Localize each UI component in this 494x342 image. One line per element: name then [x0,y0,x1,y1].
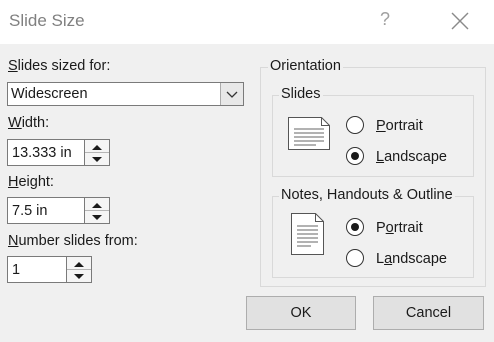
dialog-title: Slide Size [9,11,85,30]
width-increase-button[interactable] [85,140,109,153]
notes-portrait-label[interactable]: Portrait [376,220,423,236]
height-stepper[interactable] [84,198,109,223]
slides-sized-for-select[interactable]: Widescreen [7,82,244,106]
height-value: 7.5 in [12,203,48,219]
notes-portrait-radio[interactable] [346,218,364,236]
dropdown-button[interactable] [220,83,243,105]
number-slides-from-field[interactable]: 1 [7,256,92,283]
orientation-title: Orientation [268,58,343,74]
ok-button[interactable]: OK [246,296,356,330]
spin-down-icon [92,157,102,162]
slides-landscape-label[interactable]: Landscape [376,149,447,165]
number-slides-from-label: Number slides from: [8,233,138,249]
spin-down-icon [92,215,102,220]
chevron-down-icon [226,91,238,98]
spin-up-icon [74,262,84,267]
height-increase-button[interactable] [85,198,109,211]
slides-orientation-title: Slides [279,86,323,102]
height-decrease-button[interactable] [85,211,109,223]
height-label: Height: [8,174,54,190]
slides-portrait-radio[interactable] [346,116,364,134]
width-stepper[interactable] [84,140,109,165]
radio-selected-dot [351,223,359,231]
slides-sized-for-label: Slides sized for: [8,58,111,74]
width-label: Width: [8,115,50,131]
width-decrease-button[interactable] [85,153,109,165]
spin-up-icon [92,145,102,150]
help-icon[interactable]: ? [380,9,390,30]
width-field[interactable]: 13.333 in [7,139,110,166]
notes-landscape-label[interactable]: Landscape [376,251,447,267]
number-slides-increase-button[interactable] [67,257,91,270]
slides-portrait-label[interactable]: Portrait [376,118,423,134]
spin-down-icon [74,274,84,279]
notes-landscape-radio[interactable] [346,249,364,267]
slides-landscape-radio[interactable] [346,147,364,165]
width-value: 13.333 in [12,145,72,161]
portrait-page-icon [291,213,324,255]
spin-up-icon [92,203,102,208]
height-field[interactable]: 7.5 in [7,197,110,224]
notes-orientation-title: Notes, Handouts & Outline [279,187,455,203]
cancel-button[interactable]: Cancel [373,296,484,330]
number-slides-from-stepper[interactable] [66,257,91,282]
close-icon[interactable] [449,10,471,32]
title-bar: Slide Size ? [0,0,494,44]
number-slides-decrease-button[interactable] [67,270,91,282]
radio-selected-dot [351,152,359,160]
slides-sized-for-value: Widescreen [11,86,88,102]
number-slides-from-value: 1 [12,262,21,278]
landscape-page-icon [288,117,330,150]
